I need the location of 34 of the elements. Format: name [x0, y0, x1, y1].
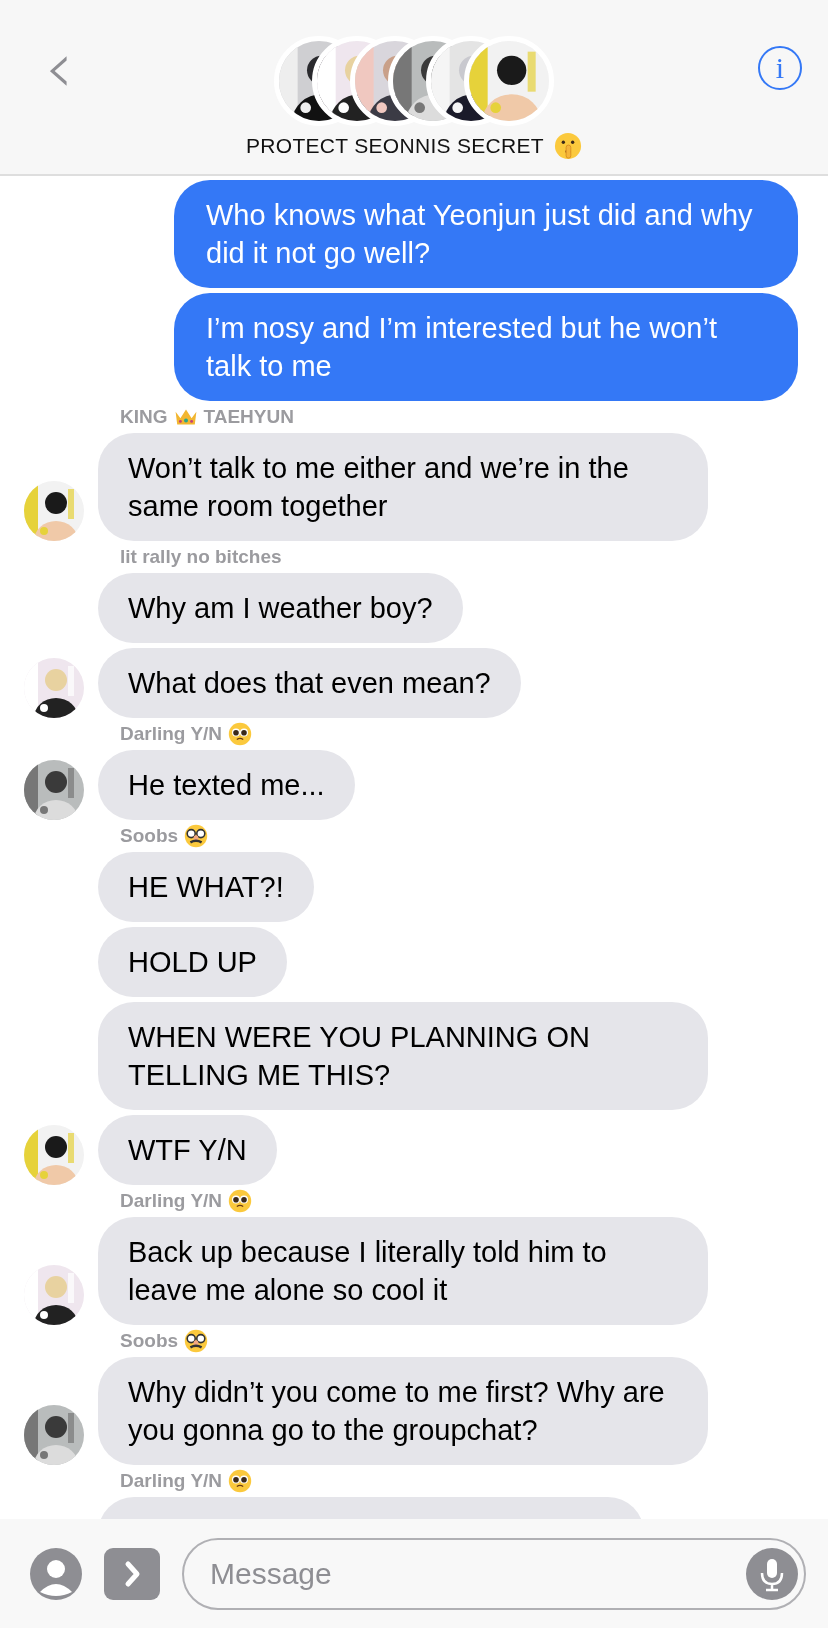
- received-message: Back up because I literally told him to leave me alone so cool it: [98, 1217, 708, 1325]
- received-message: WTF Y/N: [98, 1115, 277, 1185]
- chat-title: PROTECT SEONNIS SECRET: [246, 134, 544, 158]
- face-icon: [228, 722, 253, 746]
- face-icon: [553, 132, 582, 160]
- face-icon: [228, 1469, 253, 1493]
- sender-name: Soobs: [120, 825, 179, 847]
- contact-icon[interactable]: [30, 1547, 82, 1600]
- face-icon: [184, 824, 209, 848]
- message-field[interactable]: Message: [182, 1537, 806, 1610]
- sender-name: lit rally no bitches: [120, 546, 282, 568]
- received-message: HE WHAT?!: [98, 852, 314, 922]
- sender-name: Darling Y/N: [120, 1470, 223, 1492]
- face-icon: [184, 1329, 209, 1353]
- back-button[interactable]: ‹: [34, 34, 84, 100]
- received-message: WHEN WERE YOU PLANNING ON TELLING ME THIS?: [98, 1002, 708, 1110]
- apps-icon[interactable]: [104, 1547, 160, 1600]
- sender-name: Darling Y/N: [120, 1190, 223, 1212]
- received-message: Why am I weather boy?: [98, 573, 463, 643]
- received-message: Won’t talk to me either and we’re in the same room together: [98, 433, 708, 541]
- sent-message: I’m nosy and I’m interested but he won’t talk to me: [174, 293, 798, 401]
- received-message: He texted me...: [98, 750, 355, 820]
- received-message: Why didn’t you come to me first? Why are you gonna go to the groupchat?: [98, 1357, 708, 1465]
- info-button[interactable]: i: [758, 46, 802, 90]
- received-message: HOLD UP: [98, 927, 287, 997]
- sender-name: Darling Y/N: [120, 723, 223, 745]
- sender-name: TAEHYUN: [203, 406, 294, 428]
- sent-message: Who knows what Yeonjun just did and why did it not go well?: [174, 180, 798, 288]
- received-message: What does that even mean?: [98, 648, 521, 718]
- microphone-icon[interactable]: [746, 1547, 798, 1600]
- face-icon: [228, 1189, 253, 1213]
- sender-name: KING: [120, 406, 168, 428]
- crown-icon: [173, 407, 198, 427]
- sender-name: Soobs: [120, 1330, 179, 1352]
